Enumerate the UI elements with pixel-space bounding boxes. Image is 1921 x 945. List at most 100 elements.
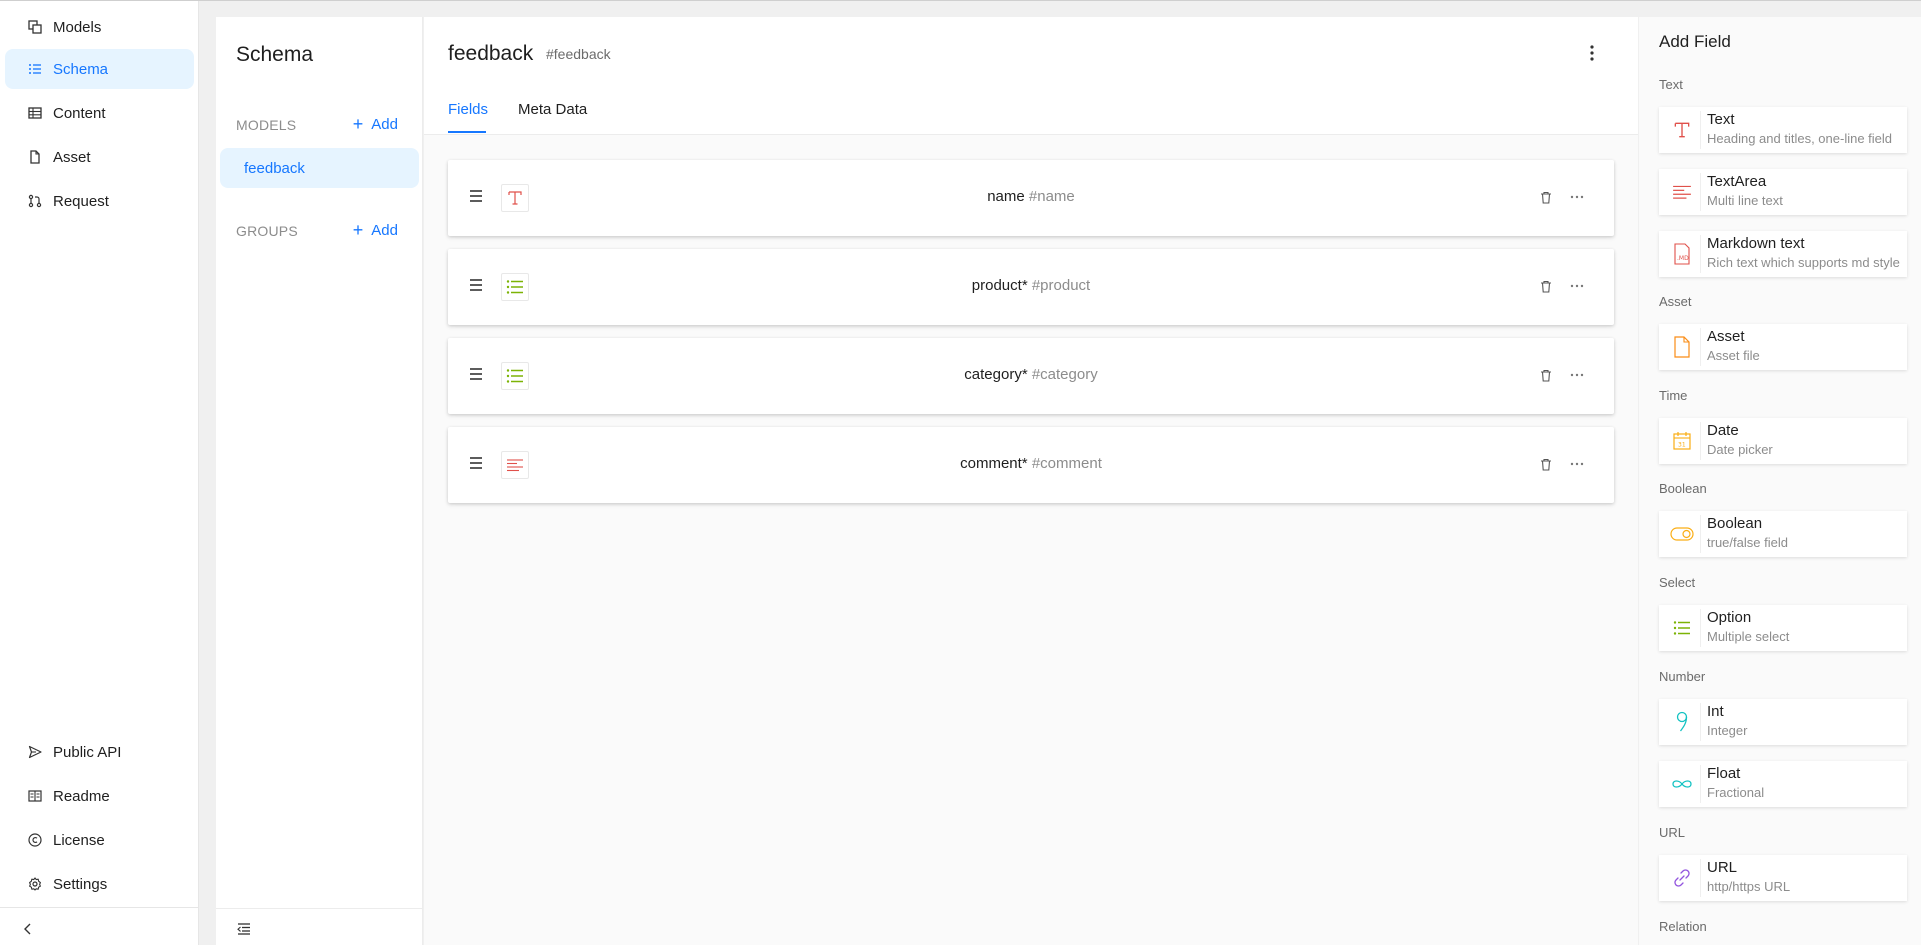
nav-item-content[interactable]: Content [5, 93, 194, 133]
add-field-option[interactable]: Option Multiple select [1659, 605, 1907, 651]
schema-panel: Schema MODELS + Add feedback GROUPS + Ad… [216, 17, 423, 945]
trash-icon [1541, 191, 1551, 204]
send-icon [27, 744, 43, 760]
field-type-name: Int [1707, 703, 1724, 720]
nav-item-label: License [53, 831, 105, 849]
model-detail: feedback #feedback Fields Meta Data name… [424, 17, 1638, 945]
field-type-desc: true/false field [1707, 535, 1788, 550]
integer-icon [1663, 703, 1701, 741]
schema-list-icon [27, 61, 43, 77]
field-menu-button[interactable] [1568, 367, 1586, 383]
add-label: Add [371, 115, 398, 133]
field-type-desc: Multi line text [1707, 193, 1783, 208]
delete-field-button[interactable] [1538, 367, 1554, 383]
window-top-border [0, 0, 1921, 1]
field-name: comment* [960, 455, 1028, 472]
field-title: comment* #comment [448, 455, 1614, 472]
add-field-asset[interactable]: Asset Asset file [1659, 324, 1907, 370]
field-title: name #name [448, 188, 1614, 205]
field-key: #product [1031, 277, 1091, 294]
add-field-markdown[interactable]: .MD Markdown text Rich text which suppor… [1659, 231, 1907, 277]
field-key: #comment [1031, 455, 1102, 472]
add-field-int[interactable]: Int Integer [1659, 699, 1907, 745]
model-header: feedback #feedback Fields Meta Data [424, 17, 1638, 135]
menu-fold-icon [237, 923, 250, 935]
field-type-name: Boolean [1707, 515, 1763, 532]
active-tab-indicator [448, 131, 486, 133]
group-label-text: Text [1659, 77, 1683, 92]
add-field-url[interactable]: URL http/https URL [1659, 855, 1907, 901]
field-type-name: URL [1707, 859, 1738, 876]
textarea-icon [1663, 173, 1701, 211]
plus-icon: + [352, 114, 364, 134]
field-card-product[interactable]: product* #product [448, 249, 1614, 325]
delete-field-button[interactable] [1538, 278, 1554, 294]
group-label-boolean: Boolean [1659, 481, 1707, 496]
more-horizontal-icon [1570, 462, 1584, 466]
book-icon [27, 788, 43, 804]
nav-item-asset[interactable]: Asset [5, 137, 194, 177]
field-key: #name [1028, 188, 1075, 205]
nav-item-schema[interactable]: Schema [5, 49, 194, 89]
add-field-textarea[interactable]: TextArea Multi line text [1659, 169, 1907, 215]
collapse-sidebar-button[interactable] [18, 919, 38, 939]
group-label-select: Select [1659, 575, 1696, 590]
nav-item-models[interactable]: Models [5, 7, 194, 47]
more-horizontal-icon [1570, 373, 1584, 377]
trash-icon [1541, 280, 1551, 293]
panel-title: Schema [236, 43, 314, 66]
nav-item-settings[interactable]: Settings [5, 864, 194, 904]
link-icon [1663, 859, 1701, 897]
tab-fields[interactable]: Fields [448, 101, 488, 118]
delete-field-button[interactable] [1538, 189, 1554, 205]
nav-item-license[interactable]: License [5, 820, 194, 860]
toggle-panel-button[interactable] [234, 919, 254, 939]
field-card-comment[interactable]: comment* #comment [448, 427, 1614, 503]
trash-icon [1541, 458, 1551, 471]
divider [216, 908, 423, 909]
field-card-name[interactable]: name #name [448, 160, 1614, 236]
nav-item-label: Request [53, 192, 109, 210]
add-field-boolean[interactable]: Boolean true/false field [1659, 511, 1907, 557]
page-title: feedback [448, 42, 534, 65]
add-field-date[interactable]: 31 Date Date picker [1659, 418, 1907, 464]
delete-field-button[interactable] [1538, 456, 1554, 472]
group-label-relation: Relation [1659, 919, 1707, 934]
field-type-desc: Rich text which supports md style [1707, 255, 1900, 270]
field-type-name: Float [1707, 765, 1741, 782]
field-card-category[interactable]: category* #category [448, 338, 1614, 414]
nav-item-request[interactable]: Request [5, 181, 194, 221]
plus-icon: + [352, 220, 364, 240]
pull-request-icon [27, 193, 43, 209]
gear-icon [27, 876, 43, 892]
add-field-text[interactable]: Text Heading and titles, one-line field [1659, 107, 1907, 153]
nav-item-readme[interactable]: Readme [5, 776, 194, 816]
nav-item-label: Public API [53, 743, 122, 761]
nav-item-label: Settings [53, 875, 108, 893]
field-type-name: Option [1707, 609, 1752, 626]
field-menu-button[interactable] [1568, 189, 1586, 205]
field-type-desc: Fractional [1707, 785, 1765, 800]
markdown-file-icon: .MD [1663, 235, 1701, 273]
field-menu-button[interactable] [1568, 278, 1586, 294]
field-type-name: TextArea [1707, 173, 1767, 190]
calendar-icon: 31 [1663, 422, 1701, 460]
model-menu-button[interactable] [1580, 41, 1604, 65]
field-type-name: Date [1707, 422, 1739, 439]
asset-file-icon [1663, 328, 1701, 366]
field-type-desc: Date picker [1707, 442, 1773, 457]
add-field-panel: Add Field Text Text Heading and titles, … [1639, 17, 1921, 945]
nav-item-label: Asset [53, 148, 91, 166]
field-name: category* [964, 366, 1028, 383]
field-menu-button[interactable] [1568, 456, 1586, 472]
toggle-icon [1663, 515, 1701, 553]
model-item-feedback[interactable]: feedback [220, 148, 419, 188]
add-field-float[interactable]: Float Fractional [1659, 761, 1907, 807]
more-horizontal-icon [1570, 195, 1584, 199]
tab-meta-data[interactable]: Meta Data [518, 101, 587, 118]
more-horizontal-icon [1570, 284, 1584, 288]
add-group-button[interactable]: + Add [353, 221, 398, 239]
add-model-button[interactable]: + Add [353, 115, 398, 133]
nav-item-public-api[interactable]: Public API [5, 732, 194, 772]
field-type-desc: Integer [1707, 723, 1748, 738]
